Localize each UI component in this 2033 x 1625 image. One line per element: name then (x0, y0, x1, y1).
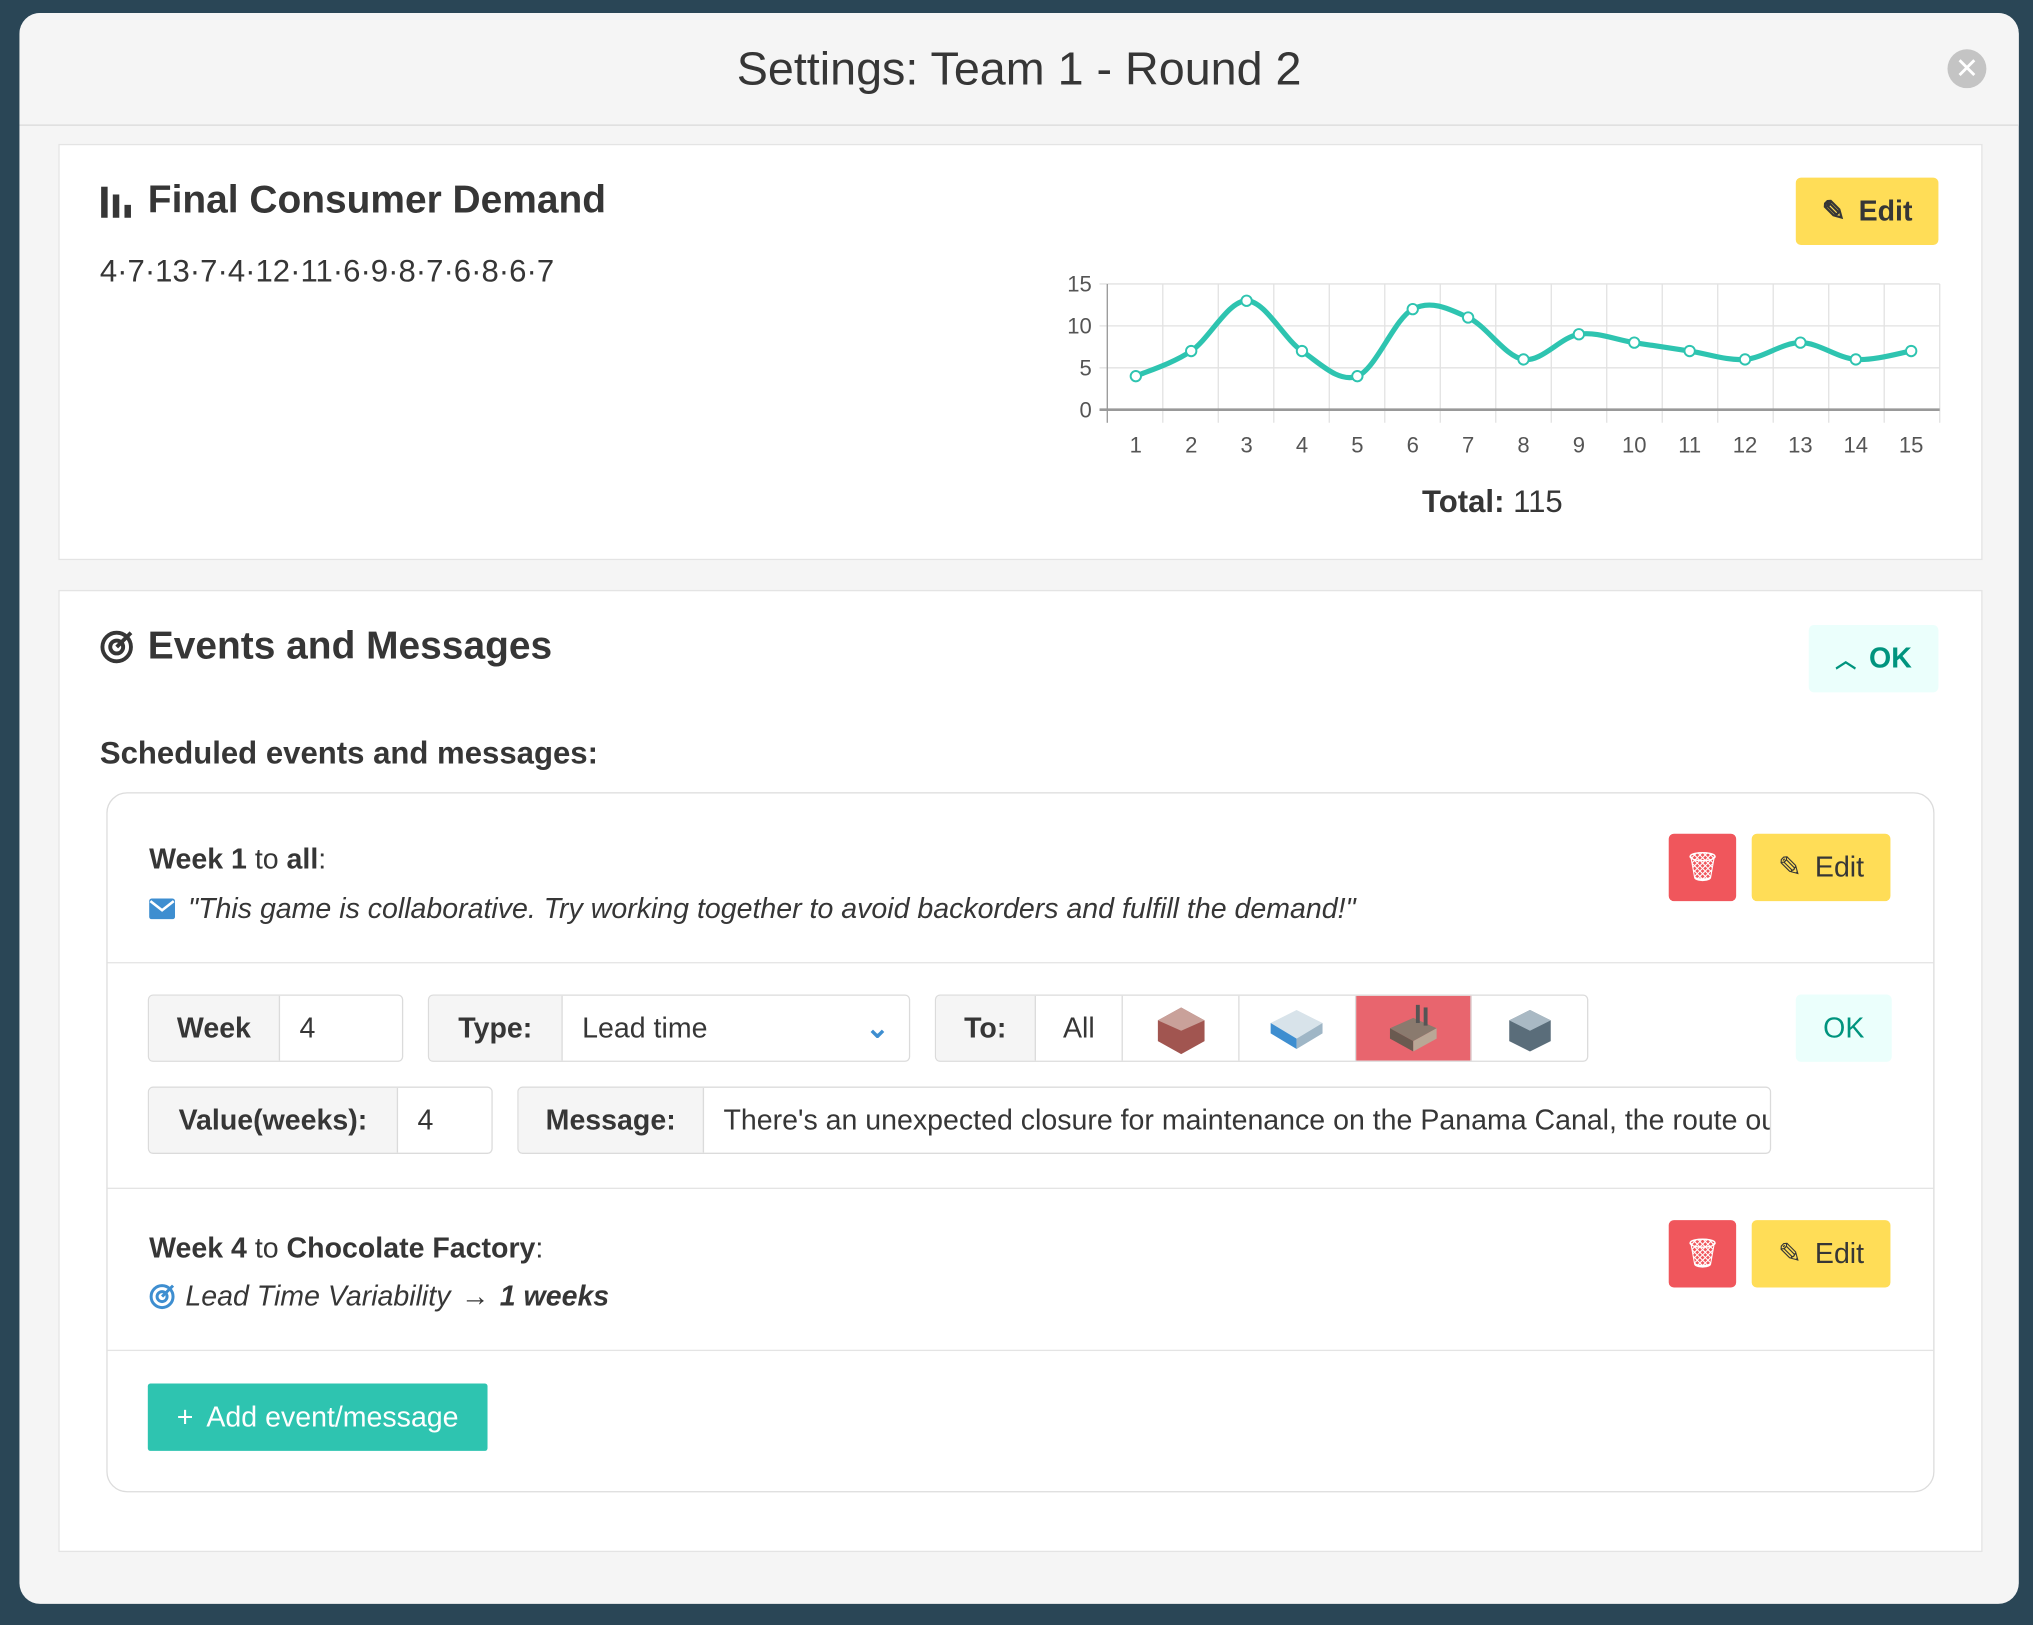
data-point (1794, 336, 1807, 349)
demand-sequence: 4·7·13·7·4·12·11·6·9·8·7·6·8·6·7 (99, 254, 555, 290)
y-tick-label: 15 (1067, 272, 1092, 297)
data-point (1683, 344, 1696, 358)
trash-icon: 🗑 (1684, 850, 1721, 883)
pencil-icon: ✎ (1778, 1236, 1802, 1270)
data-point (1185, 344, 1198, 358)
event-header: Week 1 to all: (149, 842, 327, 876)
scheduled-label: Scheduled events and messages: (99, 736, 598, 772)
x-tick-label: 10 (1622, 433, 1647, 458)
data-point (1295, 344, 1309, 358)
x-tick-label: 4 (1296, 433, 1308, 458)
events-list: Week 1 to all: "This game is collaborati… (106, 792, 1935, 1493)
week-input[interactable]: 4 (280, 996, 335, 1061)
value-input[interactable]: 4 (398, 1088, 453, 1153)
type-field: Type: Lead time ⌄ (427, 994, 911, 1062)
edit-button[interactable]: ✎ Edit (1751, 833, 1891, 902)
event-message: "This game is collaborative. Try working… (149, 892, 1356, 926)
week-field: Week 4 (147, 994, 404, 1062)
data-point (1738, 353, 1752, 366)
data-point (1129, 370, 1142, 383)
demand-chart: 0510151 2 3 4 5 6 7 8 9 10 11 12 13 14 15 (1067, 272, 1941, 458)
editor-ok-button[interactable]: OK (1795, 994, 1892, 1062)
value-field: Value(weeks): 4 (147, 1086, 493, 1154)
data-point (1905, 344, 1918, 358)
collapse-ok-button[interactable]: ︿ OK (1808, 624, 1939, 693)
recipient-wholesaler-icon[interactable] (1240, 995, 1356, 1061)
event-item: Week 4 to Chocolate Factory: Lead Time V… (107, 1188, 1934, 1352)
type-select[interactable]: Lead time ⌄ (563, 996, 909, 1061)
pencil-icon: ✎ (1778, 850, 1802, 883)
x-tick-label: 7 (1462, 433, 1474, 458)
x-tick-label: 9 (1573, 433, 1585, 458)
event-item: Week 1 to all: "This game is collaborati… (107, 794, 1934, 964)
section-title: Final Consumer Demand (147, 178, 607, 222)
data-point (1351, 370, 1364, 383)
x-tick-label: 6 (1407, 433, 1419, 458)
x-tick-label: 15 (1899, 433, 1924, 458)
data-point (1517, 353, 1530, 366)
y-tick-label: 0 (1079, 398, 1091, 423)
bullseye-icon (149, 1284, 175, 1310)
demand-total: Total: 115 (1422, 484, 1563, 520)
delete-button[interactable]: 🗑 (1668, 1220, 1737, 1288)
section-title: Events and Messages (147, 624, 553, 668)
data-point (1628, 336, 1641, 349)
pencil-icon: ✎ (1821, 194, 1846, 227)
event-editor: Week 4 Type: Lead time ⌄ To: All OK Value(w… (107, 962, 1934, 1189)
x-tick-label: 11 (1678, 433, 1701, 458)
event-header: Week 4 to Chocolate Factory: (149, 1231, 544, 1265)
edit-demand-button[interactable]: ✎ Edit (1795, 177, 1939, 246)
event-detail: Lead Time Variability → 1 weeks (149, 1280, 609, 1314)
settings-modal: Settings: Team 1 - Round 2 ✕ Final Consu… (19, 12, 2019, 1604)
data-point (1240, 294, 1253, 307)
modal-header: Settings: Team 1 - Round 2 ✕ (19, 12, 2019, 126)
recipient-factory-icon[interactable] (1355, 995, 1473, 1061)
modal-title: Settings: Team 1 - Round 2 (736, 41, 1302, 95)
recipient-distributor-icon[interactable] (1472, 996, 1587, 1061)
x-tick-label: 12 (1733, 433, 1758, 458)
envelope-icon (149, 898, 176, 920)
data-point (1849, 353, 1862, 366)
y-tick-label: 5 (1079, 356, 1091, 381)
add-event-button[interactable]: + Add event/message (147, 1383, 488, 1451)
x-tick-label: 8 (1517, 433, 1529, 458)
data-point (1406, 302, 1419, 316)
series-line (1134, 298, 1912, 381)
y-tick-label: 10 (1067, 314, 1092, 339)
x-tick-label: 2 (1185, 433, 1197, 458)
x-tick-label: 3 (1240, 433, 1252, 458)
message-field: Message: There's an unexpected closure fo… (517, 1086, 1772, 1154)
x-tick-label: 14 (1844, 433, 1869, 458)
events-section: Events and Messages ︿ OK Scheduled events… (58, 589, 1983, 1553)
message-input[interactable]: There's an unexpected closure for mainte… (704, 1088, 1770, 1153)
x-tick-label: 5 (1351, 433, 1363, 458)
recipient-retailer-icon[interactable] (1123, 995, 1240, 1061)
x-tick-label: 13 (1788, 433, 1813, 458)
close-icon[interactable]: ✕ (1947, 49, 1987, 89)
delete-button[interactable]: 🗑 (1668, 833, 1737, 902)
plus-icon: + (176, 1400, 194, 1433)
x-tick-label: 1 (1130, 433, 1142, 458)
final-consumer-demand-section: Final Consumer Demand 4·7·13·7·4·12·11·6… (58, 143, 1983, 561)
chevron-down-icon: ⌄ (865, 1011, 890, 1044)
trash-icon: 🗑 (1684, 1236, 1721, 1270)
data-point (1572, 328, 1586, 341)
bar-chart-icon (101, 186, 131, 218)
recipient-field: To: All (934, 994, 1589, 1062)
edit-button[interactable]: ✎ Edit (1751, 1220, 1891, 1288)
chevron-up-icon: ︿ (1835, 650, 1857, 673)
bullseye-icon (100, 630, 133, 664)
recipient-all[interactable]: All (1036, 995, 1124, 1061)
data-point (1461, 311, 1475, 324)
